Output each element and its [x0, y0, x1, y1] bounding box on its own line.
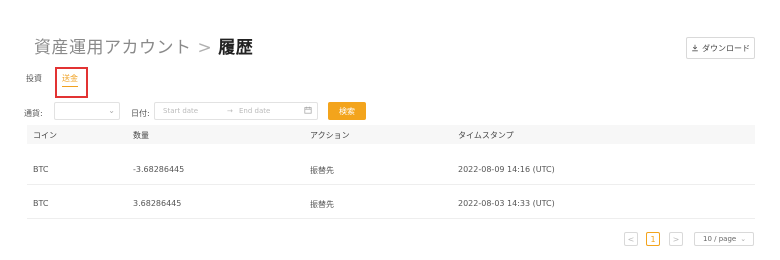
next-page-button[interactable]: > [669, 232, 683, 246]
breadcrumb-current: 履歴 [218, 38, 254, 58]
page-1-button[interactable]: 1 [646, 232, 660, 246]
start-date-input[interactable]: Start date [163, 107, 198, 115]
date-range-picker[interactable]: Start date → End date [154, 102, 318, 120]
cell-coin: BTC [33, 165, 49, 174]
chevron-down-icon: ⌄ [740, 235, 747, 243]
highlight-box [55, 67, 88, 98]
prev-page-button[interactable]: < [624, 232, 638, 246]
chevron-down-icon: ⌄ [108, 106, 115, 115]
page-title: 資産運用アカウント > 履歴 [34, 33, 253, 58]
cell-action: 振替先 [310, 200, 334, 209]
end-date-input[interactable]: End date [239, 107, 270, 115]
column-header-coin: コイン [33, 131, 57, 140]
download-label: ダウンロード [702, 43, 750, 53]
calendar-icon [304, 106, 312, 116]
date-filter-label: 日付: [131, 109, 150, 118]
currency-select[interactable]: ⌄ [54, 102, 120, 120]
cell-coin: BTC [33, 199, 49, 208]
page-size-label: 10 / page [703, 235, 737, 243]
cell-amount: 3.68286445 [133, 199, 182, 208]
row-divider [27, 218, 755, 219]
column-header-action: アクション [310, 131, 350, 140]
currency-filter-label: 通貨: [24, 109, 43, 118]
download-button[interactable]: ダウンロード [686, 37, 755, 59]
cell-timestamp: 2022-08-09 14:16 (UTC) [458, 165, 555, 174]
tab-invest[interactable]: 投資 [26, 73, 42, 84]
column-header-amount: 数量 [133, 131, 149, 140]
breadcrumb-parent[interactable]: 資産運用アカウント [34, 38, 192, 58]
column-header-timestamp: タイムスタンプ [458, 131, 514, 140]
page-size-select[interactable]: 10 / page ⌄ [694, 232, 754, 246]
range-arrow: → [227, 107, 233, 115]
cell-action: 振替先 [310, 166, 334, 175]
download-icon [692, 44, 698, 52]
row-divider [27, 184, 755, 185]
search-button[interactable]: 検索 [328, 102, 366, 120]
cell-timestamp: 2022-08-03 14:33 (UTC) [458, 199, 555, 208]
cell-amount: -3.68286445 [133, 165, 185, 174]
breadcrumb-separator: > [197, 38, 213, 58]
